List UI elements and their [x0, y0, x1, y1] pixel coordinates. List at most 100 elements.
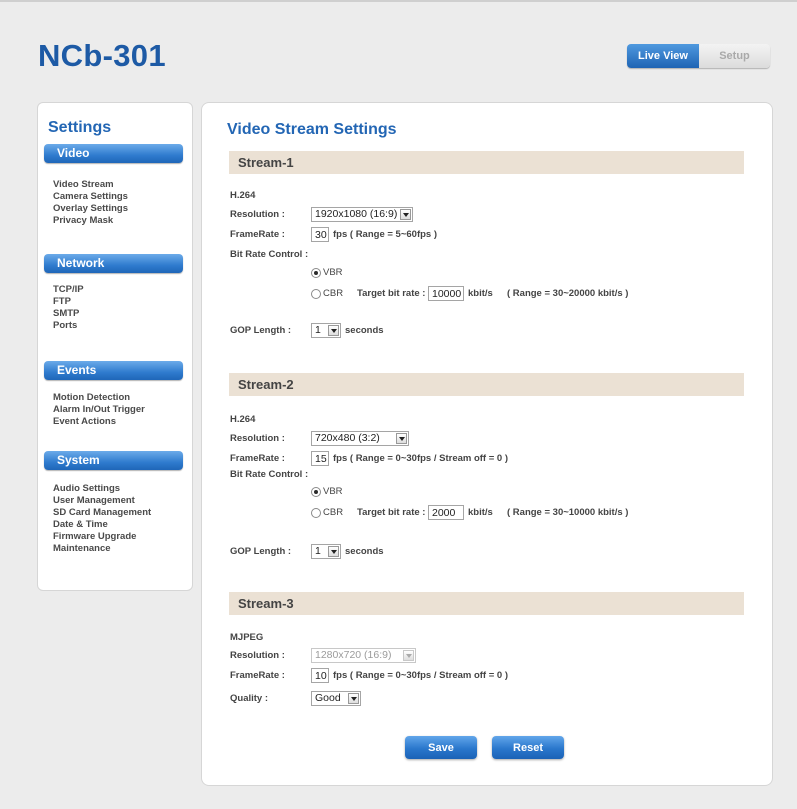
save-button[interactable]: Save: [405, 736, 477, 759]
stream-1-framerate-input[interactable]: 30: [311, 227, 329, 242]
seconds-label: seconds: [345, 325, 384, 336]
video-menu: Video Stream Camera Settings Overlay Set…: [53, 179, 128, 227]
stream-2-gop-select[interactable]: 1: [311, 544, 341, 559]
sidebar-item-ports[interactable]: Ports: [53, 320, 84, 332]
stream-1-vbr-radio[interactable]: [311, 268, 321, 278]
gop-length-label: GOP Length :: [230, 325, 292, 336]
quality-label: Quality :: [230, 693, 269, 704]
sidebar-item-tcpip[interactable]: TCP/IP: [53, 284, 84, 296]
sidebar-item-firmware-upgrade[interactable]: Firmware Upgrade: [53, 531, 151, 543]
stream-1-bitrate-input[interactable]: 10000: [428, 286, 464, 301]
stream-3-fps-range: fps ( Range = 0~30fps / Stream off = 0 ): [333, 670, 509, 681]
stream-1-header: Stream-1: [229, 151, 744, 174]
setup-button[interactable]: Setup: [699, 44, 770, 68]
chevron-down-icon: [328, 325, 339, 336]
sidebar-item-audio-settings[interactable]: Audio Settings: [53, 483, 151, 495]
sidebar-item-ftp[interactable]: FTP: [53, 296, 84, 308]
category-label: System: [57, 453, 100, 467]
stream-2-header: Stream-2: [229, 373, 744, 396]
selected-value: 1: [315, 545, 321, 557]
category-label: Network: [57, 256, 105, 270]
cbr-label: CBR: [323, 288, 344, 299]
resolution-label: Resolution :: [230, 433, 285, 444]
stream-1-resolution-select[interactable]: 1920x1080 (16:9): [311, 207, 413, 222]
sidebar-item-date-time[interactable]: Date & Time: [53, 519, 151, 531]
stream-3-resolution-select: 1280x720 (16:9): [311, 648, 416, 663]
bit-rate-control-label: Bit Rate Control :: [230, 249, 309, 260]
stream-1-title: Stream-1: [238, 155, 294, 170]
resolution-label: Resolution :: [230, 650, 285, 661]
stream-1-fps-range: fps ( Range = 5~60fps ): [333, 229, 438, 240]
sidebar-category-events[interactable]: Events: [44, 361, 183, 380]
gop-length-label: GOP Length :: [230, 546, 292, 557]
selected-value: Good: [315, 692, 341, 704]
sidebar-item-alarm-trigger[interactable]: Alarm In/Out Trigger: [53, 404, 145, 416]
stream-2-codec: H.264: [230, 414, 256, 425]
top-divider: [0, 0, 797, 2]
framerate-label: FrameRate :: [230, 670, 285, 681]
chevron-down-icon: [348, 693, 359, 704]
selected-value: 1920x1080 (16:9): [315, 208, 398, 220]
stream-3-framerate-input[interactable]: 10: [311, 668, 329, 683]
app-title: NCb-301: [38, 38, 166, 73]
chevron-down-icon: [328, 546, 339, 557]
live-view-button[interactable]: Live View: [627, 44, 699, 68]
stream-1-bit-range: ( Range = 30~20000 kbit/s ): [507, 288, 629, 299]
system-menu: Audio Settings User Management SD Card M…: [53, 483, 151, 555]
framerate-label: FrameRate :: [230, 453, 285, 464]
network-menu: TCP/IP FTP SMTP Ports: [53, 284, 84, 332]
selected-value: 720x480 (3:2): [315, 432, 380, 444]
vbr-label: VBR: [323, 267, 343, 278]
stream-2-cbr-radio[interactable]: [311, 508, 321, 518]
sidebar-item-event-actions[interactable]: Event Actions: [53, 416, 145, 428]
sidebar-item-motion-detection[interactable]: Motion Detection: [53, 392, 145, 404]
seconds-label: seconds: [345, 546, 384, 557]
stream-2-title: Stream-2: [238, 377, 294, 392]
settings-sidebar: Settings Video Video Stream Camera Setti…: [37, 102, 193, 591]
stream-2-bit-range: ( Range = 30~10000 kbit/s ): [507, 507, 629, 518]
sidebar-item-privacy-mask[interactable]: Privacy Mask: [53, 215, 128, 227]
resolution-label: Resolution :: [230, 209, 285, 220]
events-menu: Motion Detection Alarm In/Out Trigger Ev…: [53, 392, 145, 428]
sidebar-item-maintenance[interactable]: Maintenance: [53, 543, 151, 555]
chevron-down-icon: [396, 433, 407, 444]
cbr-label: CBR: [323, 507, 344, 518]
sidebar-category-video[interactable]: Video: [44, 144, 183, 163]
stream-2-framerate-input[interactable]: 15: [311, 451, 329, 466]
sidebar-category-network[interactable]: Network: [44, 254, 183, 273]
sidebar-title: Settings: [48, 119, 112, 136]
sidebar-item-smtp[interactable]: SMTP: [53, 308, 84, 320]
selected-value: 1280x720 (16:9): [315, 649, 392, 661]
video-stream-panel: Video Stream Settings Stream-1 H.264 Res…: [201, 102, 773, 786]
stream-3-quality-select[interactable]: Good: [311, 691, 361, 706]
chevron-down-icon: [403, 650, 414, 661]
vbr-label: VBR: [323, 486, 343, 497]
reset-button[interactable]: Reset: [492, 736, 564, 759]
selected-value: 1: [315, 324, 321, 336]
sidebar-item-user-management[interactable]: User Management: [53, 495, 151, 507]
stream-3-title: Stream-3: [238, 596, 294, 611]
mode-switch: Live View Setup: [627, 44, 770, 68]
target-bit-rate-label: Target bit rate :: [357, 507, 426, 518]
sidebar-category-system[interactable]: System: [44, 451, 183, 470]
stream-1-cbr-radio[interactable]: [311, 289, 321, 299]
sidebar-item-video-stream[interactable]: Video Stream: [53, 179, 128, 191]
sidebar-item-camera-settings[interactable]: Camera Settings: [53, 191, 128, 203]
kbits-label: kbit/s: [468, 288, 493, 299]
stream-1-gop-select[interactable]: 1: [311, 323, 341, 338]
stream-2-fps-range: fps ( Range = 0~30fps / Stream off = 0 ): [333, 453, 509, 464]
stream-2-resolution-select[interactable]: 720x480 (3:2): [311, 431, 409, 446]
chevron-down-icon: [400, 209, 411, 220]
stream-3-codec: MJPEG: [230, 632, 264, 643]
sidebar-item-sd-card-management[interactable]: SD Card Management: [53, 507, 151, 519]
category-label: Video: [57, 146, 90, 160]
stream-2-vbr-radio[interactable]: [311, 487, 321, 497]
kbits-label: kbit/s: [468, 507, 493, 518]
stream-2-bitrate-input[interactable]: 2000: [428, 505, 464, 520]
sidebar-item-overlay-settings[interactable]: Overlay Settings: [53, 203, 128, 215]
category-label: Events: [57, 363, 97, 377]
bit-rate-control-label: Bit Rate Control :: [230, 469, 309, 480]
target-bit-rate-label: Target bit rate :: [357, 288, 426, 299]
stream-3-header: Stream-3: [229, 592, 744, 615]
page-title: Video Stream Settings: [227, 121, 397, 138]
